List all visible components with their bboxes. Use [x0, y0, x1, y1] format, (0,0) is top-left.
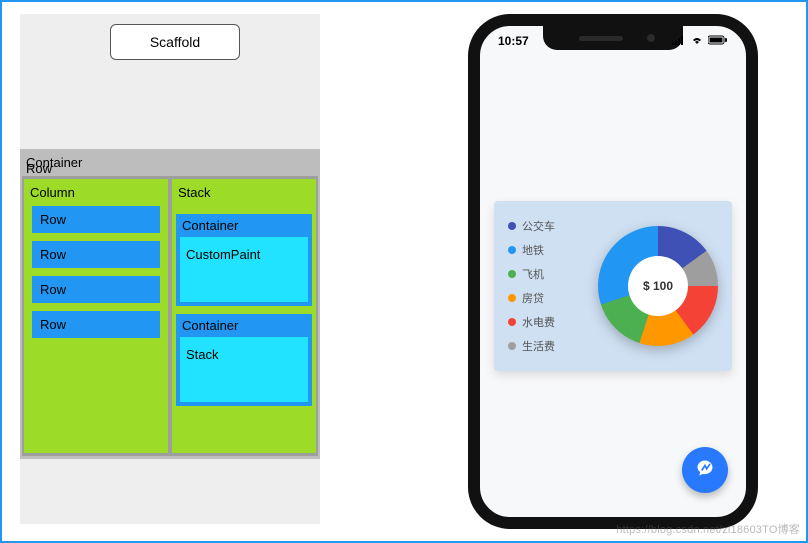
- status-bar: 10:57: [480, 34, 746, 48]
- row-item: Row: [32, 241, 160, 268]
- legend-label: 房贷: [522, 290, 544, 306]
- legend-dot: [508, 270, 516, 278]
- status-indicators: [672, 34, 728, 48]
- legend-dot: [508, 222, 516, 230]
- stack-container-2: Container Stack: [176, 314, 312, 406]
- row-item: Row: [32, 206, 160, 233]
- donut-chart: $ 100: [598, 226, 718, 346]
- column-rows: Row Row Row Row: [28, 206, 164, 338]
- legend-label: 生活费: [522, 338, 555, 354]
- stack-label: Stack: [176, 183, 312, 206]
- legend-item: 公交车: [508, 218, 555, 234]
- fab-button[interactable]: [682, 447, 728, 493]
- container-label: Container: [22, 153, 318, 172]
- scaffold-node: Scaffold: [110, 24, 240, 60]
- legend-dot: [508, 318, 516, 326]
- status-time: 10:57: [498, 34, 529, 48]
- legend-item: 地铁: [508, 242, 555, 258]
- row-label: Row: [24, 161, 52, 176]
- legend-label: 地铁: [522, 242, 544, 258]
- legend-dot: [508, 294, 516, 302]
- legend-label: 水电费: [522, 314, 555, 330]
- legend-label: 公交车: [522, 218, 555, 234]
- stack-container-1: Container CustomPaint: [176, 214, 312, 306]
- legend-item: 飞机: [508, 266, 555, 282]
- donut-center-label: $ 100: [628, 256, 688, 316]
- column-node: Column Row Row Row Row: [24, 179, 168, 453]
- container-node: Container Row Column Row Row Row Row Sta…: [20, 149, 320, 459]
- legend-item: 生活费: [508, 338, 555, 354]
- layout-diagram: Scaffold Container Row Column Row Row Ro…: [20, 14, 320, 524]
- legend: 公交车 地铁 飞机 房贷 水电费 生活费: [508, 218, 555, 354]
- custompaint-node: CustomPaint: [180, 237, 308, 302]
- column-label: Column: [28, 183, 164, 206]
- signal-icon: [672, 34, 686, 48]
- container-label: Container: [180, 318, 308, 333]
- chat-icon: [695, 458, 715, 483]
- legend-item: 房贷: [508, 290, 555, 306]
- wifi-icon: [690, 34, 704, 48]
- legend-label: 飞机: [522, 266, 544, 282]
- inner-stack-node: Stack: [180, 337, 308, 402]
- expense-card: 公交车 地铁 飞机 房贷 水电费 生活费 $ 100: [494, 201, 732, 371]
- row-item: Row: [32, 311, 160, 338]
- container-label: Container: [180, 218, 308, 233]
- row-item: Row: [32, 276, 160, 303]
- phone-mockup: 10:57 公交车 地铁 飞机 房贷 水电费 生活费 $ 100: [468, 14, 758, 529]
- stack-node: Stack Container CustomPaint Container St…: [172, 179, 316, 453]
- battery-icon: [708, 34, 728, 48]
- legend-dot: [508, 342, 516, 350]
- legend-dot: [508, 246, 516, 254]
- legend-item: 水电费: [508, 314, 555, 330]
- watermark-text: https://blog.csdn.net/zl18603TO博客: [616, 521, 800, 537]
- row-node: Row Column Row Row Row Row Stack Contain…: [22, 176, 318, 456]
